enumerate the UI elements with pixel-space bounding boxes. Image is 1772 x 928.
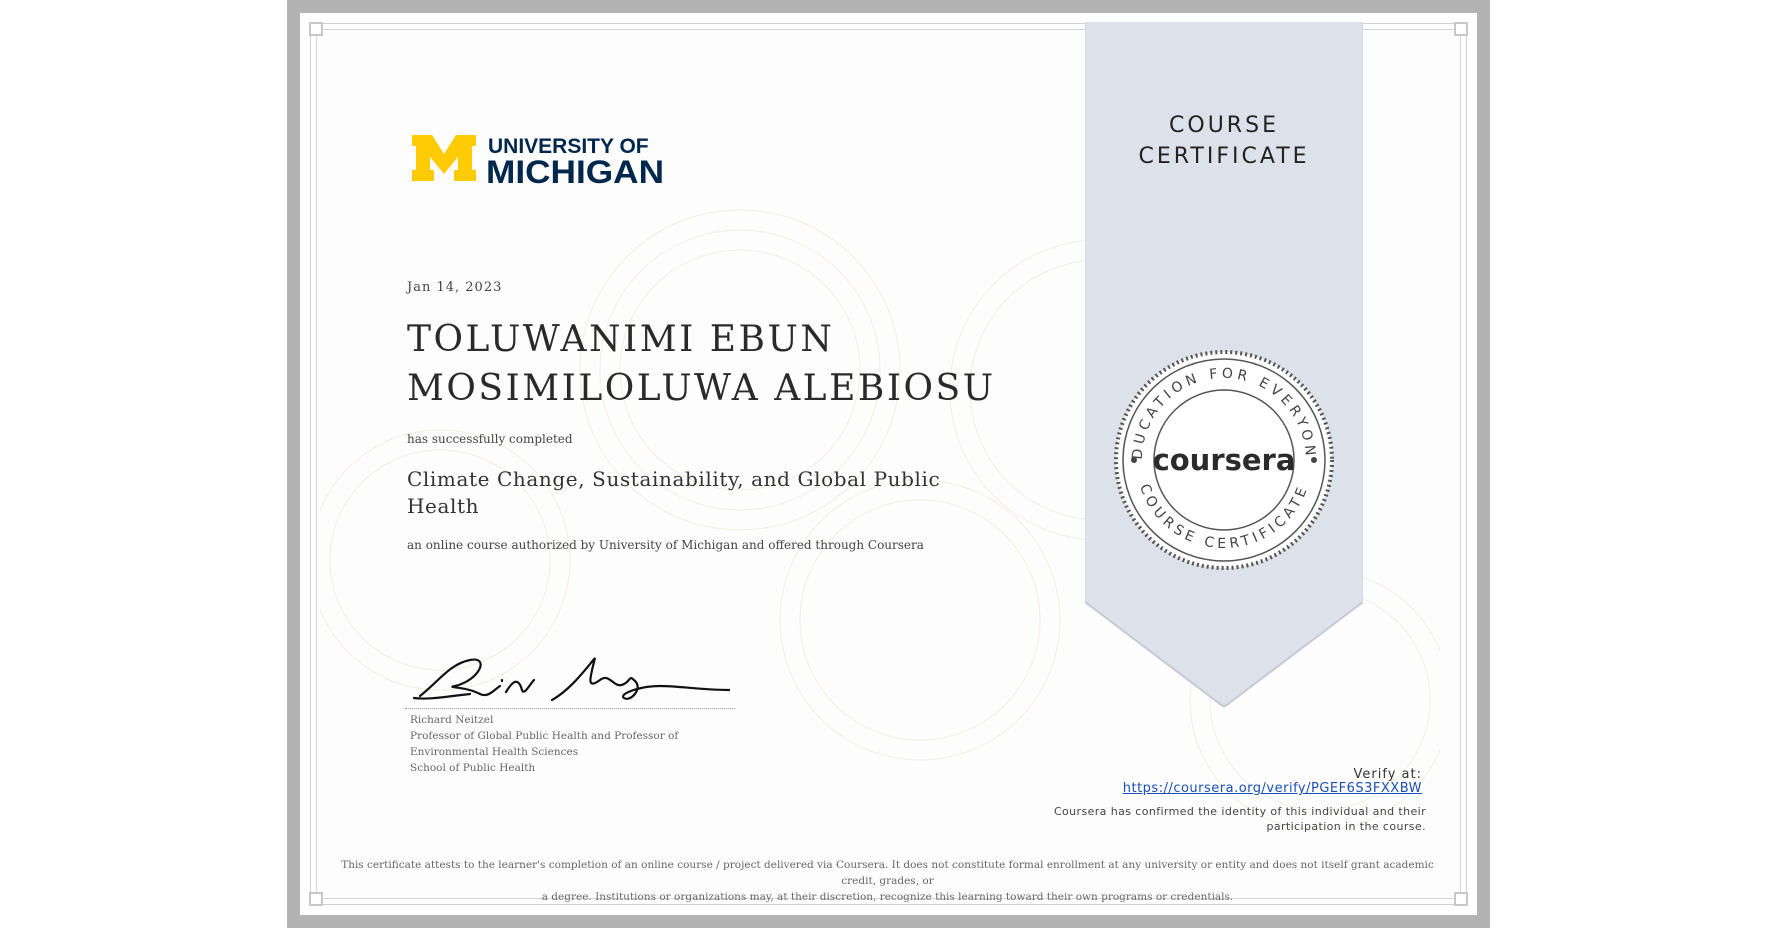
recipient-name-line1: TOLUWANIMI EBUN xyxy=(407,319,835,360)
ribbon-title-line2: CERTIFICATE xyxy=(1138,144,1310,169)
identity-confirmation: Coursera has confirmed the identity of t… xyxy=(1026,804,1426,834)
identity-line2: participation in the course. xyxy=(1266,820,1426,833)
disclaimer: This certificate attests to the learner'… xyxy=(330,857,1445,905)
course-title: Climate Change, Sustainability, and Glob… xyxy=(407,466,967,520)
signer-name: Richard Neitzel xyxy=(410,714,494,726)
recipient-name: TOLUWANIMI EBUN MOSIMILOLUWA ALEBIOSU xyxy=(407,315,1007,413)
disclaimer-line1: This certificate attests to the learner'… xyxy=(341,859,1434,887)
completion-date: Jan 14, 2023 xyxy=(407,280,503,295)
signer-title-line1: Professor of Global Public Health and Pr… xyxy=(410,730,679,742)
coursera-seal: EDUCATION FOR EVERYONE COURSE CERTIFICAT… xyxy=(1112,348,1334,570)
corner-ornament-top-right xyxy=(1454,22,1468,36)
course-title-line1: Climate Change, Sustainability, and Glob… xyxy=(407,467,941,491)
identity-line1: Coursera has confirmed the identity of t… xyxy=(1053,805,1426,818)
course-title-line2: Health xyxy=(407,494,480,518)
authorization-text: an online course authorized by Universit… xyxy=(407,538,924,552)
disclaimer-line2: a degree. Institutions or organizations … xyxy=(541,891,1234,903)
corner-ornament-bottom-right xyxy=(1454,892,1468,906)
signer-title-line2: Environmental Health Sciences xyxy=(410,746,579,758)
corner-ornament-bottom-left xyxy=(309,892,323,906)
completed-text: has successfully completed xyxy=(407,432,573,446)
corner-ornament-top-left xyxy=(309,22,323,36)
verify-label: Verify at: xyxy=(1353,767,1422,782)
verify-link[interactable]: https://coursera.org/verify/PGEF6S3FXXBW xyxy=(1123,781,1422,796)
recipient-name-line2: MOSIMILOLUWA ALEBIOSU xyxy=(407,368,996,409)
seal-brand: coursera xyxy=(1153,443,1296,477)
ribbon-title-line1: COURSE xyxy=(1169,113,1279,138)
logo-line2: MICHIGAN xyxy=(486,154,664,190)
university-logo: UNIVERSITY OF MICHIGAN xyxy=(408,130,668,190)
signature xyxy=(412,657,730,702)
block-m-icon xyxy=(412,135,476,181)
signer-school: School of Public Health xyxy=(410,762,536,774)
signature-line xyxy=(405,708,735,709)
